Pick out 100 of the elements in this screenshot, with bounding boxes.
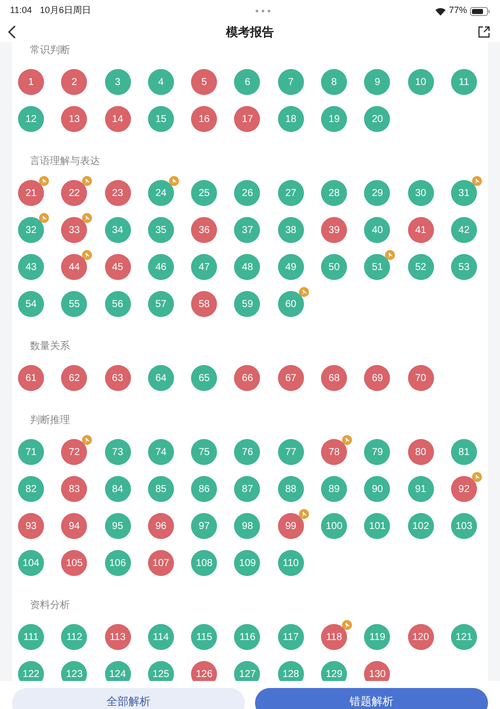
question-button[interactable]: 90 <box>364 476 390 502</box>
question-button[interactable]: 102 <box>408 513 434 539</box>
question-button[interactable]: 116 <box>234 624 260 650</box>
share-button[interactable] <box>478 24 492 40</box>
question-button[interactable]: 120 <box>408 624 434 650</box>
question-button[interactable]: 76 <box>234 439 260 465</box>
question-button[interactable]: 28 <box>321 180 348 206</box>
question-button[interactable]: 5 <box>191 69 218 95</box>
question-button[interactable]: 83 <box>61 476 88 502</box>
question-button[interactable]: 27 <box>278 180 304 206</box>
question-button[interactable]: 130 <box>364 661 390 681</box>
question-button[interactable]: 56 <box>104 291 131 317</box>
question-button[interactable]: 71 <box>18 439 44 465</box>
question-button[interactable]: 55 <box>61 291 88 317</box>
question-button[interactable]: 96 <box>148 513 174 539</box>
question-button[interactable]: 64 <box>148 365 174 391</box>
question-button[interactable]: 41 <box>408 217 434 243</box>
question-button[interactable]: 13 <box>61 106 88 132</box>
question-button[interactable]: 70 <box>408 365 434 391</box>
question-button[interactable]: 98 <box>234 513 260 539</box>
question-button[interactable]: 118 <box>321 624 348 650</box>
question-button[interactable]: 75 <box>191 439 218 465</box>
question-button[interactable]: 111 <box>18 624 44 650</box>
question-button[interactable]: 42 <box>450 217 477 243</box>
question-button[interactable]: 113 <box>104 624 131 650</box>
question-button[interactable]: 3 <box>104 69 131 95</box>
question-button[interactable]: 78 <box>321 439 348 465</box>
question-button[interactable]: 72 <box>61 439 88 465</box>
question-button[interactable]: 62 <box>61 365 88 391</box>
question-button[interactable]: 73 <box>104 439 131 465</box>
analysis-button[interactable]: 全部解析 <box>12 688 245 709</box>
question-button[interactable]: 57 <box>148 291 174 317</box>
question-button[interactable]: 31 <box>450 180 477 206</box>
question-button[interactable]: 19 <box>321 106 348 132</box>
question-button[interactable]: 117 <box>278 624 304 650</box>
question-button[interactable]: 53 <box>450 254 477 280</box>
question-button[interactable]: 77 <box>278 439 304 465</box>
question-button[interactable]: 107 <box>148 550 174 576</box>
question-button[interactable]: 1 <box>18 69 44 95</box>
question-button[interactable]: 8 <box>321 69 348 95</box>
question-button[interactable]: 68 <box>321 365 348 391</box>
question-button[interactable]: 33 <box>61 217 88 243</box>
question-button[interactable]: 37 <box>234 217 260 243</box>
question-button[interactable]: 43 <box>18 254 44 280</box>
question-button[interactable]: 60 <box>278 291 304 317</box>
question-button[interactable]: 25 <box>191 180 218 206</box>
question-button[interactable]: 79 <box>364 439 390 465</box>
question-button[interactable]: 48 <box>234 254 260 280</box>
question-button[interactable]: 18 <box>278 106 304 132</box>
question-button[interactable]: 114 <box>148 624 174 650</box>
question-button[interactable]: 6 <box>234 69 260 95</box>
question-button[interactable]: 46 <box>148 254 174 280</box>
question-button[interactable]: 24 <box>148 180 174 206</box>
question-button[interactable]: 50 <box>321 254 348 280</box>
question-button[interactable]: 11 <box>450 69 477 95</box>
question-button[interactable]: 59 <box>234 291 260 317</box>
question-button[interactable]: 63 <box>104 365 131 391</box>
analysis-button[interactable]: 错题解析 <box>255 688 488 709</box>
question-button[interactable]: 74 <box>148 439 174 465</box>
question-button[interactable]: 36 <box>191 217 218 243</box>
question-button[interactable]: 100 <box>321 513 348 539</box>
question-button[interactable]: 61 <box>18 365 44 391</box>
question-button[interactable]: 84 <box>104 476 131 502</box>
question-button[interactable]: 112 <box>61 624 88 650</box>
question-button[interactable]: 95 <box>104 513 131 539</box>
question-button[interactable]: 12 <box>18 106 44 132</box>
question-button[interactable]: 10 <box>408 69 434 95</box>
question-button[interactable]: 105 <box>61 550 88 576</box>
question-button[interactable]: 47 <box>191 254 218 280</box>
question-button[interactable]: 104 <box>18 550 44 576</box>
question-button[interactable]: 87 <box>234 476 260 502</box>
question-button[interactable]: 106 <box>104 550 131 576</box>
question-button[interactable]: 20 <box>364 106 390 132</box>
question-button[interactable]: 9 <box>364 69 390 95</box>
question-button[interactable]: 93 <box>18 513 44 539</box>
question-button[interactable]: 128 <box>278 661 304 681</box>
question-button[interactable]: 66 <box>234 365 260 391</box>
question-button[interactable]: 101 <box>364 513 390 539</box>
question-button[interactable]: 89 <box>321 476 348 502</box>
question-button[interactable]: 32 <box>18 217 44 243</box>
question-button[interactable]: 121 <box>450 624 477 650</box>
question-button[interactable]: 23 <box>104 180 131 206</box>
question-button[interactable]: 51 <box>364 254 390 280</box>
question-button[interactable]: 15 <box>148 106 174 132</box>
question-button[interactable]: 119 <box>364 624 390 650</box>
question-button[interactable]: 94 <box>61 513 88 539</box>
question-button[interactable]: 67 <box>278 365 304 391</box>
question-button[interactable]: 108 <box>191 550 218 576</box>
question-button[interactable]: 21 <box>18 180 44 206</box>
question-button[interactable]: 69 <box>364 365 390 391</box>
question-button[interactable]: 88 <box>278 476 304 502</box>
question-button[interactable]: 124 <box>104 661 131 681</box>
question-button[interactable]: 85 <box>148 476 174 502</box>
question-button[interactable]: 115 <box>191 624 218 650</box>
question-button[interactable]: 65 <box>191 365 218 391</box>
question-button[interactable]: 45 <box>104 254 131 280</box>
question-button[interactable]: 125 <box>148 661 174 681</box>
question-button[interactable]: 17 <box>234 106 260 132</box>
question-button[interactable]: 16 <box>191 106 218 132</box>
question-button[interactable]: 103 <box>450 513 477 539</box>
